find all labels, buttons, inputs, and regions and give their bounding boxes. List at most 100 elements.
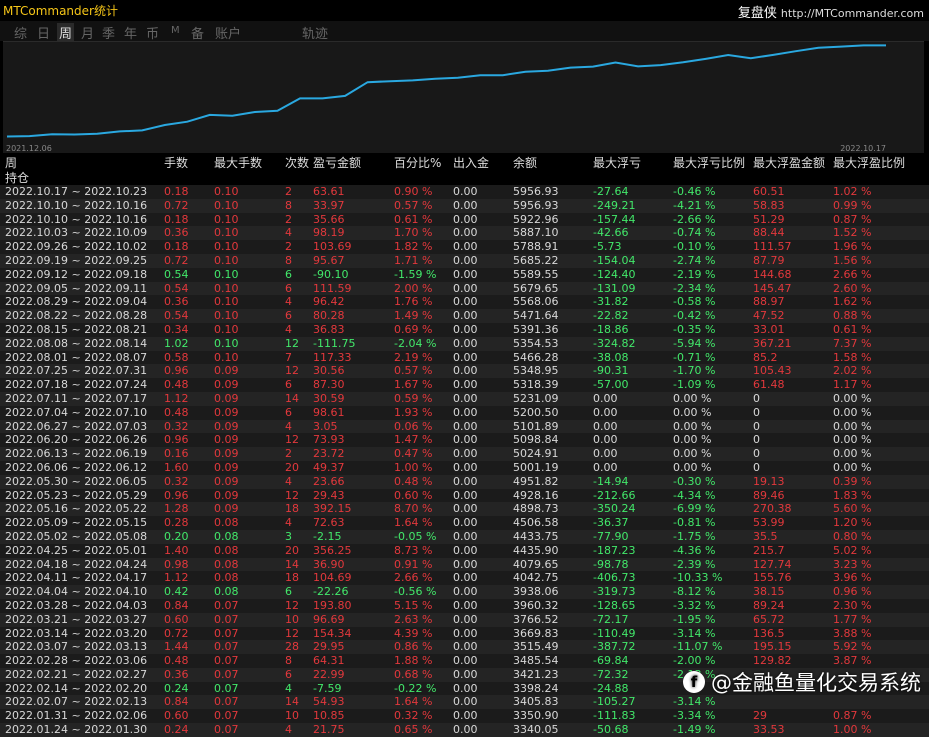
tab-summary[interactable]: 综 xyxy=(14,23,27,42)
col-lots[interactable]: 手数 xyxy=(164,156,188,171)
cell-pct: 0.48 % xyxy=(394,474,433,488)
cell-count: 6 xyxy=(285,585,292,599)
cell-count: 4 xyxy=(285,723,292,737)
brand-name[interactable]: 复盘侠 xyxy=(738,6,777,21)
table-row[interactable]: 2022.08.22 ~ 2022.08.28 0.54 0.10 6 80.28 1.4… xyxy=(0,309,929,323)
table-row[interactable]: 2022.06.27 ~ 2022.07.03 0.32 0.09 4 3.05 0.06… xyxy=(0,419,929,434)
holding-row[interactable]: 持仓 xyxy=(0,171,929,185)
cell-balance: 3398.24 xyxy=(513,681,559,695)
cell-week: 2022.03.07 ~ 2022.03.13 xyxy=(5,640,148,654)
cell-max-fp-pct: 1.52 % xyxy=(833,226,872,240)
cell-lots: 1.28 xyxy=(164,502,189,516)
col-max-fp[interactable]: 最大浮盈金额 xyxy=(753,156,825,171)
cell-io: 0.00 xyxy=(453,419,478,433)
cell-count: 18 xyxy=(285,571,299,585)
col-week[interactable]: 周 xyxy=(5,156,17,171)
col-balance[interactable]: 余额 xyxy=(513,156,537,171)
table-row[interactable]: 2022.03.07 ~ 2022.03.13 1.44 0.07 28 29.95 0.… xyxy=(0,640,929,655)
cell-max-dd-pct: -4.21 % xyxy=(673,198,716,212)
table-row[interactable]: 2022.04.18 ~ 2022.04.24 0.98 0.08 14 36.90 0.… xyxy=(0,557,929,572)
col-pct[interactable]: 百分比% xyxy=(394,156,441,171)
table-row[interactable]: 2022.06.13 ~ 2022.06.19 0.16 0.09 2 23.72 0.4… xyxy=(0,447,929,461)
table-row[interactable]: 2022.07.11 ~ 2022.07.17 1.12 0.09 14 30.59 0.… xyxy=(0,391,929,406)
brand-url[interactable]: http://MTCommander.com xyxy=(781,7,924,20)
cell-pct: 1.70 % xyxy=(394,226,433,240)
tab-week[interactable]: 周 xyxy=(57,23,75,42)
table-row[interactable]: 2022.07.04 ~ 2022.07.10 0.48 0.09 6 98.61 1.9… xyxy=(0,405,929,420)
col-count[interactable]: 次数 xyxy=(285,156,309,171)
table-row[interactable]: 2022.10.17 ~ 2022.10.23 0.18 0.10 2 63.61 0.9… xyxy=(0,185,929,199)
table-row[interactable]: 2022.03.21 ~ 2022.03.27 0.60 0.07 10 96.69 2.… xyxy=(0,612,929,627)
tab-remark[interactable]: 备 xyxy=(191,23,204,42)
table-row[interactable]: 2022.04.04 ~ 2022.04.10 0.42 0.08 6 -22.26 -0… xyxy=(0,585,929,599)
col-max-fp-pct[interactable]: 最大浮盈比例 xyxy=(833,156,905,171)
cell-io: 0.00 xyxy=(453,709,478,723)
table-row[interactable]: 2022.10.10 ~ 2022.10.16 0.18 0.10 2 35.66 0.6… xyxy=(0,212,929,227)
col-max-dd[interactable]: 最大浮亏 xyxy=(593,156,641,171)
table-row[interactable]: 2022.04.25 ~ 2022.05.01 1.40 0.08 20 356.25 8… xyxy=(0,543,929,558)
cell-max-dd: -187.23 xyxy=(593,543,636,557)
brand[interactable]: 复盘侠 http://MTCommander.com xyxy=(738,2,924,21)
cell-max-dd: -350.24 xyxy=(593,502,636,516)
table-row[interactable]: 2022.10.10 ~ 2022.10.16 0.72 0.10 8 33.97 0.5… xyxy=(0,198,929,213)
table-row[interactable]: 2022.08.08 ~ 2022.08.14 1.02 0.10 12 -111.75… xyxy=(0,336,929,351)
table-row[interactable]: 2022.06.20 ~ 2022.06.26 0.96 0.09 12 73.93 1.… xyxy=(0,433,929,448)
tab-day[interactable]: 日 xyxy=(37,23,50,42)
table-row[interactable]: 2022.05.23 ~ 2022.05.29 0.96 0.09 12 29.43 0.… xyxy=(0,488,929,503)
table-row[interactable]: 2022.01.24 ~ 2022.01.30 0.24 0.07 4 21.75 0.6… xyxy=(0,723,929,737)
cell-io: 0.00 xyxy=(453,654,478,668)
cell-lots: 0.84 xyxy=(164,695,189,709)
cell-max-dd-pct: -0.46 % xyxy=(673,185,716,198)
table-row[interactable]: 2022.05.02 ~ 2022.05.08 0.20 0.08 3 -2.15 -0.… xyxy=(0,529,929,544)
table-row[interactable]: 2022.09.12 ~ 2022.09.18 0.54 0.10 6 -90.10 -1… xyxy=(0,267,929,282)
cell-count: 3 xyxy=(285,529,292,543)
table-row[interactable]: 2022.05.09 ~ 2022.05.15 0.28 0.08 4 72.63 1.6… xyxy=(0,516,929,530)
table-row[interactable]: 2022.07.18 ~ 2022.07.24 0.48 0.09 6 87.30 1.6… xyxy=(0,378,929,392)
cell-io: 0.00 xyxy=(453,185,478,198)
table-row[interactable]: 2022.06.06 ~ 2022.06.12 1.60 0.09 20 49.37 1.… xyxy=(0,460,929,475)
cell-io: 0.00 xyxy=(453,502,478,516)
table-row[interactable]: 2022.05.30 ~ 2022.06.05 0.32 0.09 4 23.66 0.4… xyxy=(0,474,929,489)
table-row[interactable]: 2022.02.28 ~ 2022.03.06 0.48 0.07 8 64.31 1.8… xyxy=(0,654,929,668)
tab-year[interactable]: 年 xyxy=(124,23,137,42)
cell-pl: 87.30 xyxy=(313,378,345,392)
col-max-lots[interactable]: 最大手数 xyxy=(214,156,262,171)
table-row[interactable]: 2022.09.26 ~ 2022.10.02 0.18 0.10 2 103.69 1.… xyxy=(0,240,929,254)
cell-balance: 5956.93 xyxy=(513,185,559,198)
table-row[interactable]: 2022.09.05 ~ 2022.09.11 0.54 0.10 6 111.59 2.… xyxy=(0,281,929,296)
table-row[interactable]: 2022.08.15 ~ 2022.08.21 0.34 0.10 4 36.83 0.6… xyxy=(0,322,929,337)
cell-pct: 0.32 % xyxy=(394,709,433,723)
cell-max-dd: -110.49 xyxy=(593,626,636,640)
table-row[interactable]: 2022.07.25 ~ 2022.07.31 0.96 0.09 12 30.56 0.… xyxy=(0,364,929,379)
table-header: 周 手数 最大手数 次数 盈亏金额 百分比% 出入金 余额 最大浮亏 最大浮亏比… xyxy=(0,156,929,171)
col-pl[interactable]: 盈亏金额 xyxy=(313,156,361,171)
cell-max-fp-pct: 1.02 % xyxy=(833,185,872,198)
table-row[interactable]: 2022.10.03 ~ 2022.10.09 0.36 0.10 4 98.19 1.7… xyxy=(0,226,929,241)
cell-io: 0.00 xyxy=(453,253,478,267)
table-row[interactable]: 2022.01.31 ~ 2022.02.06 0.60 0.07 10 10.85 0.… xyxy=(0,709,929,724)
tab-track[interactable]: 轨迹 xyxy=(302,23,328,42)
cell-max-dd: -124.40 xyxy=(593,267,636,281)
cell-pct: 0.60 % xyxy=(394,488,433,502)
cell-max-lots: 0.07 xyxy=(214,640,239,654)
tab-currency[interactable]: 币 xyxy=(146,23,159,42)
tab-m[interactable]: M xyxy=(171,25,180,36)
table-row[interactable]: 2022.03.14 ~ 2022.03.20 0.72 0.07 12 154.34 4… xyxy=(0,626,929,641)
cell-balance: 5788.91 xyxy=(513,240,559,254)
table-row[interactable]: 2022.02.07 ~ 2022.02.13 0.84 0.07 14 54.93 1.… xyxy=(0,695,929,710)
cell-max-fp-pct: 2.30 % xyxy=(833,598,872,612)
tab-month[interactable]: 月 xyxy=(81,23,94,42)
table-row[interactable]: 2022.03.28 ~ 2022.04.03 0.84 0.07 12 193.80 5… xyxy=(0,598,929,613)
col-max-dd-pct[interactable]: 最大浮亏比例 xyxy=(673,156,745,171)
table-row[interactable]: 2022.05.16 ~ 2022.05.22 1.28 0.09 18 392.15 8… xyxy=(0,502,929,517)
table-row[interactable]: 2022.08.29 ~ 2022.09.04 0.36 0.10 4 96.42 1.7… xyxy=(0,295,929,310)
table-row[interactable]: 2022.04.11 ~ 2022.04.17 1.12 0.08 18 104.69 2… xyxy=(0,571,929,586)
tab-account[interactable]: 账户 xyxy=(215,23,241,42)
table-row[interactable]: 2022.08.01 ~ 2022.08.07 0.58 0.10 7 117.33 2.… xyxy=(0,350,929,365)
col-io[interactable]: 出入金 xyxy=(453,156,489,171)
table-row[interactable]: 2022.09.19 ~ 2022.09.25 0.72 0.10 8 95.67 1.7… xyxy=(0,253,929,268)
cell-lots: 1.02 xyxy=(164,336,189,350)
cell-pct: 1.64 % xyxy=(394,695,433,709)
cell-count: 14 xyxy=(285,391,299,405)
tab-quarter[interactable]: 季 xyxy=(102,23,115,42)
